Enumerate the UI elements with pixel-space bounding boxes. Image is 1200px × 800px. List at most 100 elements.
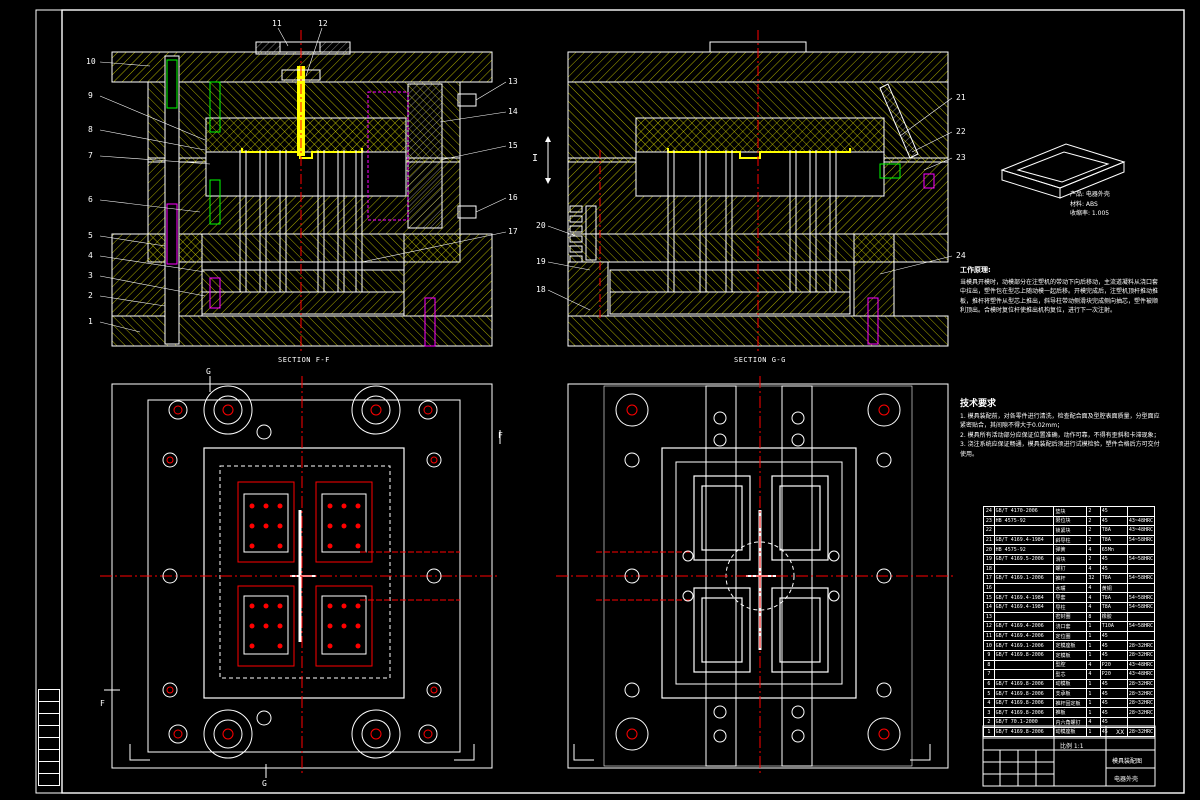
work-process-note: 工作原理: 当模具开模时，动模部分在注塑机的带动下向后移动，主流道凝料从浇口套中…	[960, 266, 1160, 316]
bom-row: 3 GB/T 4169.8-2006 推板 1 45 28~32HRC	[983, 707, 1156, 719]
bom-row: 22 锁紧块 2 T8A 43~48HRC	[983, 525, 1156, 536]
callout-14: 14	[508, 107, 518, 116]
callout-7: 7	[88, 151, 93, 160]
bom-cell-std: GB/T 4169.8-2006	[993, 678, 1055, 690]
bom-row: 15 GB/T 4169.4-1984 导套 4 T8A 54~58HRC	[983, 592, 1156, 603]
bom-row: 12 GB/T 4169.4-2006 浇口套 1 T10A 54~58HRC	[983, 621, 1156, 632]
callout-10: 10	[86, 57, 96, 66]
section-g-g-view	[545, 30, 949, 352]
tech-req-item: 2. 模具所有活动部分应保证位置准确，动作可靠，不得有歪斜和卡滞现象；	[960, 431, 1160, 439]
bom-cell-mat: T8A	[1099, 601, 1128, 613]
bom-cell-n: 6	[983, 678, 995, 690]
bom-row: 4 GB/T 4169.8-2006 推杆固定板 1 45 28~32HRC	[983, 697, 1156, 709]
bom-cell-mat: T8A	[1099, 573, 1128, 584]
callout-13: 13	[508, 77, 518, 86]
bom-cell-note: 28~32HRC	[1126, 640, 1156, 651]
callout-16: 16	[508, 193, 518, 202]
tech-req-item: 3. 浇注系统应保证畅通，模具装配后须进行试模检验，塑件合格后方可交付使用。	[960, 441, 1160, 458]
bom-cell-std	[993, 659, 1055, 671]
section-f-f-view	[111, 30, 493, 352]
bom-cell-n: 9	[983, 649, 995, 661]
bom-cell-note: 43~48HRC	[1126, 515, 1156, 527]
bom-cell-n: 12	[983, 621, 995, 632]
bom-cell-std: GB/T 4169.8-2006	[993, 707, 1055, 719]
bom-cell-name: 定模板	[1053, 649, 1088, 661]
plan-view-fixed-half	[556, 376, 956, 776]
bom-cell-name: 推板	[1053, 707, 1088, 719]
bom-cell-std	[993, 611, 1055, 623]
bom-cell-mat: P20	[1099, 659, 1128, 671]
bom-cell-std: GB/T 4169.5-2006	[993, 553, 1055, 565]
bom-cell-name: 浇口套	[1053, 621, 1088, 632]
product-shrink: 收缩率: 1.005	[1070, 210, 1110, 217]
bom-row: 16 水嘴 4 黄铜	[983, 582, 1156, 594]
bom-cell-note: 54~58HRC	[1126, 553, 1156, 565]
callout-17: 17	[508, 227, 518, 236]
bom-cell-note: 28~32HRC	[1126, 707, 1156, 719]
title-school: XX	[1116, 729, 1125, 736]
callout-24: 24	[956, 251, 966, 260]
section-g-label: SECTION G-G	[734, 356, 786, 364]
bom-cell-qty: 2	[1086, 525, 1101, 536]
bom-cell-note: 28~32HRC	[1126, 678, 1156, 690]
bom-cell-name: 型腔	[1053, 659, 1088, 671]
bom-cell-name: 锁紧块	[1053, 525, 1088, 536]
bom-cell-qty: 1	[1086, 649, 1101, 661]
bom-cell-std: GB/T 4169.1-2006	[993, 640, 1055, 651]
bom-cell-n: 24	[983, 506, 995, 517]
cut-mark-g-top: G	[206, 367, 211, 376]
product-info: 产品: 电器外壳 材料: ABS 收缩率: 1.005	[1070, 190, 1150, 219]
bom-row: 13 密封圈 8 橡胶	[983, 611, 1156, 623]
bom-cell-note: 43~48HRC	[1126, 659, 1156, 671]
bom-cell-n: 13	[983, 611, 995, 623]
bom-cell-mat: T8A	[1099, 592, 1128, 603]
callout-12: 12	[318, 19, 328, 28]
bom-row: 5 GB/T 4169.8-2006 支承板 1 45 28~32HRC	[983, 688, 1156, 699]
bom-cell-std: HB 4575-92	[993, 515, 1055, 527]
callout-6: 6	[88, 195, 93, 204]
bom-cell-qty: 4	[1086, 563, 1101, 575]
bom-cell-qty: 1	[1086, 688, 1101, 699]
bom-cell-mat: 45	[1099, 697, 1128, 709]
bom-cell-std: GB/T 4169.4-1984	[993, 534, 1055, 546]
bom-cell-n: 20	[983, 544, 995, 555]
bom-cell-qty: 2	[1086, 534, 1101, 546]
callout-4: 4	[88, 251, 93, 260]
bom-cell-qty: 8	[1086, 611, 1101, 623]
bom-cell-note: 28~32HRC	[1126, 649, 1156, 661]
plan-view-moving-half	[100, 376, 501, 778]
bom-cell-note	[1126, 563, 1156, 575]
callout-20: 20	[536, 221, 546, 230]
bom-row: 20 HB 4575-92 弹簧 4 65Mn	[983, 544, 1156, 555]
bom-cell-name: 动模板	[1053, 678, 1088, 690]
callout-19: 19	[536, 257, 546, 266]
bom-row: 8 型腔 4 P20 43~48HRC	[983, 659, 1156, 671]
bom-cell-std: GB/T 4170-2006	[993, 506, 1055, 517]
bom-row: 14 GB/T 4169.4-1984 导柱 4 T8A 54~58HRC	[983, 601, 1156, 613]
bom-cell-note: 43~48HRC	[1126, 669, 1156, 680]
bom-cell-n: 4	[983, 697, 995, 709]
bom-cell-mat: T10A	[1099, 621, 1128, 632]
bom-cell-std: GB/T 4169.4-1984	[993, 601, 1055, 613]
tech-requirements: 技术要求 1. 模具装配前，对各零件进行清洗，检查配合面及型腔表面质量，分型面应…	[960, 399, 1165, 459]
bom-cell-note	[1126, 611, 1156, 623]
bom-cell-name: 导柱	[1053, 601, 1088, 613]
bom-cell-std: GB/T 4169.8-2006	[993, 688, 1055, 699]
callout-15: 15	[508, 141, 518, 150]
bom-table: 24 GB/T 4170-2006 垫块 2 45 23 HB 4575-92 限位块 2 45 4…	[983, 506, 1156, 738]
work-process-title: 工作原理:	[960, 266, 991, 274]
bom-cell-qty: 1	[1086, 630, 1101, 642]
bom-cell-n: 19	[983, 553, 995, 565]
bom-cell-n: 8	[983, 659, 995, 671]
callout-11: 11	[272, 19, 282, 28]
bom-cell-mat: 橡胶	[1099, 611, 1128, 623]
bom-cell-qty: 1	[1086, 697, 1101, 709]
callout-1: 1	[88, 317, 93, 326]
bom-cell-qty: 2	[1086, 515, 1101, 527]
callout-18: 18	[536, 285, 546, 294]
bom-cell-note: 54~58HRC	[1126, 534, 1156, 546]
bom-cell-note: 54~58HRC	[1126, 601, 1156, 613]
bom-cell-std: GB/T 4169.4-1984	[993, 592, 1055, 603]
bom-cell-note	[1126, 717, 1156, 728]
view-mark-i: I	[532, 153, 539, 164]
